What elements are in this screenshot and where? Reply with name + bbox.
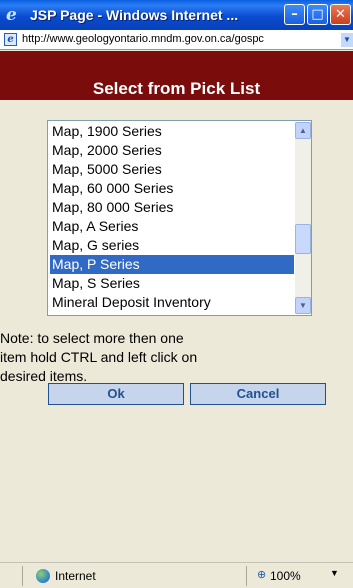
scroll-up-icon[interactable]: ▲	[295, 122, 311, 139]
zoom-dropdown-icon[interactable]: ▼	[330, 568, 339, 578]
minimize-button[interactable]: –	[284, 4, 305, 25]
list-item[interactable]: Mineral Deposit Inventory	[50, 293, 294, 312]
window-titlebar[interactable]: e JSP Page - Windows Internet ... – □ ✕	[0, 0, 353, 30]
address-url[interactable]: http://www.geologyontario.mndm.gov.on.ca…	[22, 33, 340, 45]
list-item[interactable]: Map, A Series	[50, 217, 294, 236]
status-divider	[246, 566, 247, 586]
scroll-down-icon[interactable]: ▼	[295, 297, 311, 314]
list-item[interactable]: Map, S Series	[50, 274, 294, 293]
maximize-button[interactable]: □	[307, 4, 328, 25]
list-item[interactable]: Map, 1900 Series	[50, 122, 294, 141]
list-item[interactable]: Map, 2000 Series	[50, 141, 294, 160]
page-header: Select from Pick List	[0, 78, 353, 100]
internet-globe-icon	[36, 569, 50, 583]
pick-list[interactable]: Map, 1900 Series Map, 2000 Series Map, 5…	[47, 120, 312, 316]
close-button[interactable]: ✕	[330, 4, 351, 25]
list-item-selected[interactable]: Map, P Series	[50, 255, 294, 274]
scroll-thumb[interactable]	[295, 224, 311, 254]
note-line: item hold CTRL and left click on	[0, 349, 198, 365]
page-content: Map, 1900 Series Map, 2000 Series Map, 5…	[0, 100, 353, 562]
list-item[interactable]: Map, 5000 Series	[50, 160, 294, 179]
list-item[interactable]: Map, G series	[50, 236, 294, 255]
status-bar: Internet ⊕ 100% ▼	[0, 562, 353, 588]
address-dropdown-icon[interactable]: ▼	[341, 33, 353, 47]
list-item[interactable]: Map, 80 000 Series	[50, 198, 294, 217]
cancel-button[interactable]: Cancel	[190, 383, 326, 405]
zone-label: Internet	[55, 569, 96, 583]
ie-logo-icon: e	[6, 5, 17, 25]
ok-button[interactable]: Ok	[48, 383, 184, 405]
header-band	[0, 51, 353, 78]
address-bar[interactable]: e http://www.geologyontario.mndm.gov.on.…	[0, 30, 353, 50]
status-divider	[22, 566, 23, 586]
note-line: Note: to select more then one	[0, 330, 184, 346]
zoom-level[interactable]: 100%	[270, 569, 301, 583]
page-icon: e	[4, 33, 17, 46]
help-note: Note: to select more then one item hold …	[0, 329, 300, 386]
list-scrollbar[interactable]: ▲ ▼	[295, 122, 311, 314]
window-title: JSP Page - Windows Internet ...	[30, 7, 239, 23]
page-title: Select from Pick List	[92, 79, 261, 98]
zoom-icon[interactable]: ⊕	[257, 568, 266, 581]
list-item[interactable]: Map, 60 000 Series	[50, 179, 294, 198]
